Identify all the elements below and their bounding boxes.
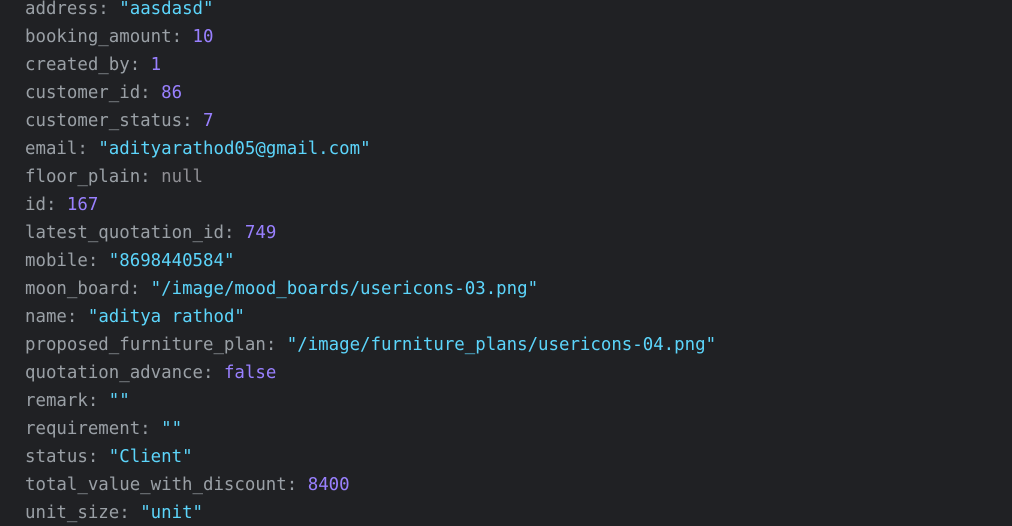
key-value-separator: :	[45, 195, 67, 215]
key-value-separator: :	[98, 0, 120, 19]
property-value: ""	[108, 391, 130, 411]
property-row-proposed-furniture-plan[interactable]: proposed_furniture_plan: "/image/furnitu…	[25, 331, 1012, 359]
property-value: ""	[161, 419, 183, 439]
key-value-separator: :	[77, 139, 99, 159]
object-properties-panel: address: "aasdasd" booking_amount: 10 crea…	[0, 0, 1012, 523]
key-value-separator: :	[87, 391, 109, 411]
property-key: proposed_furniture_plan	[25, 335, 266, 355]
key-value-separator: :	[171, 27, 193, 47]
key-value-separator: :	[265, 335, 287, 355]
key-value-separator: :	[129, 279, 151, 299]
key-value-separator: :	[140, 83, 162, 103]
property-row-status[interactable]: status: "Client"	[25, 443, 1012, 471]
property-value: "/image/mood_boards/usericons-03.png"	[150, 279, 539, 299]
property-row-quotation-advance[interactable]: quotation_advance: false	[25, 359, 1012, 387]
property-row-customer-status[interactable]: customer_status: 7	[25, 107, 1012, 135]
key-value-separator: :	[87, 251, 109, 271]
property-value: "/image/furniture_plans/usericons-04.png…	[286, 335, 717, 355]
property-value: 749	[244, 223, 277, 243]
property-key: requirement	[25, 419, 141, 439]
property-key: booking_amount	[25, 27, 172, 47]
property-value: "aasdasd"	[119, 0, 214, 19]
property-value: "aditya rathod"	[87, 307, 245, 327]
property-row-unit-size[interactable]: unit_size: "unit"	[25, 499, 1012, 526]
property-row-requirement[interactable]: requirement: ""	[25, 415, 1012, 443]
key-value-separator: :	[87, 447, 109, 467]
property-row-mobile[interactable]: mobile: "8698440584"	[25, 247, 1012, 275]
key-value-separator: :	[203, 363, 224, 383]
property-value: 7	[203, 111, 214, 131]
property-key: mobile	[25, 251, 88, 271]
property-key: email	[25, 139, 78, 159]
key-value-separator: :	[286, 475, 308, 495]
key-value-separator: :	[66, 307, 88, 327]
property-key: latest_quotation_id	[25, 223, 224, 243]
property-key: quotation_advance	[25, 363, 203, 383]
key-value-separator: :	[223, 223, 245, 243]
property-value: "Client"	[108, 447, 193, 467]
property-key: created_by	[25, 55, 130, 75]
property-row-remark[interactable]: remark: ""	[25, 387, 1012, 415]
property-value: "8698440584"	[108, 251, 235, 271]
property-row-email[interactable]: email: "adityarathod05@gmail.com"	[25, 135, 1012, 163]
property-row-booking-amount[interactable]: booking_amount: 10	[25, 23, 1012, 51]
property-key: floor_plain	[25, 167, 141, 187]
key-value-separator: :	[140, 167, 162, 187]
property-row-customer-id[interactable]: customer_id: 86	[25, 79, 1012, 107]
property-key: moon_board	[25, 279, 130, 299]
key-value-separator: :	[129, 55, 151, 75]
property-value: 167	[66, 195, 99, 215]
property-key: customer_status	[25, 111, 183, 131]
property-row-name[interactable]: name: "aditya rathod"	[25, 303, 1012, 331]
property-key: address	[25, 0, 99, 19]
key-value-separator: :	[119, 503, 141, 523]
property-key: status	[25, 447, 88, 467]
property-value: 86	[161, 83, 183, 103]
property-value: 8400	[307, 475, 350, 495]
property-value: false	[223, 363, 277, 383]
property-value: null	[161, 167, 204, 187]
property-row-created-by[interactable]: created_by: 1	[25, 51, 1012, 79]
property-key: remark	[25, 391, 88, 411]
property-value: "unit"	[140, 503, 204, 523]
property-value: 1	[150, 55, 162, 75]
property-row-latest-quotation-id[interactable]: latest_quotation_id: 749	[25, 219, 1012, 247]
property-key: customer_id	[25, 83, 141, 103]
property-row-id[interactable]: id: 167	[25, 191, 1012, 219]
key-value-separator: :	[140, 419, 162, 439]
key-value-separator: :	[182, 111, 204, 131]
property-value: 10	[192, 27, 214, 47]
property-key: name	[25, 307, 67, 327]
property-key: id	[25, 195, 46, 215]
property-row-floor-plain[interactable]: floor_plain: null	[25, 163, 1012, 191]
property-row-moon-board[interactable]: moon_board: "/image/mood_boards/usericon…	[25, 275, 1012, 303]
property-row-total-value-with-discount[interactable]: total_value_with_discount: 8400	[25, 471, 1012, 499]
property-row-address[interactable]: address: "aasdasd"	[25, 0, 1012, 23]
property-key: total_value_with_discount	[25, 475, 287, 495]
property-value: "adityarathod05@gmail.com"	[98, 139, 371, 159]
property-key: unit_size	[25, 503, 120, 523]
